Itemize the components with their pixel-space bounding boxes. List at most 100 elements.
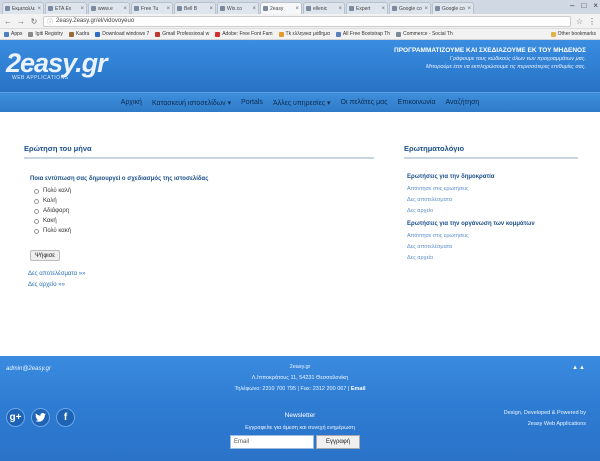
tab-title: Expert: [356, 5, 371, 12]
back-icon[interactable]: ←: [4, 17, 12, 26]
browser-tab[interactable]: Bell B ×: [174, 2, 216, 14]
scroll-top-icon[interactable]: ▲▲: [572, 365, 586, 371]
nav-item[interactable]: Κατασκευή ιστοσελίδων ▾: [152, 99, 231, 107]
browser-tab[interactable]: 2easy ×: [260, 2, 302, 14]
bookmark-label: Gmail Professional w: [162, 31, 210, 37]
browser-tab[interactable]: Google co ×: [432, 2, 474, 14]
tab-title: Wix.co: [227, 5, 242, 12]
bookmark-item[interactable]: Adobe: Free Font Fam: [215, 31, 273, 37]
tab-close-icon[interactable]: ×: [166, 6, 170, 12]
bookmark-icon: [215, 31, 221, 37]
poll-option[interactable]: Καλή: [34, 198, 57, 204]
bookmark-item[interactable]: Apps: [4, 31, 22, 37]
browser-tab[interactable]: Wix.co ×: [217, 2, 259, 14]
favicon-icon: [263, 6, 268, 11]
radio-button[interactable]: [34, 198, 39, 204]
close-icon[interactable]: ×: [593, 1, 598, 10]
site-logo[interactable]: 2easy.gr WEB APPLICATIONS: [6, 50, 108, 82]
bookmark-item[interactable]: Kadra: [68, 31, 90, 37]
nav-item[interactable]: Άλλες υπηρεσίες ▾: [273, 99, 331, 107]
favicon-icon: [392, 6, 397, 11]
survey-results-link[interactable]: Δες αποτελέσματα: [407, 197, 452, 203]
tab-title: Bell B: [184, 5, 198, 12]
browser-menu-icon[interactable]: ⋮: [588, 17, 596, 26]
poll-option[interactable]: Αδιάφορη: [34, 208, 69, 214]
nav-item[interactable]: Οι πελάτες μας: [341, 99, 388, 106]
poll-archive-link[interactable]: Δες αρχείο »»: [28, 282, 65, 288]
bookmark-item[interactable]: Tk ελληνικα μάθημα: [278, 31, 330, 37]
tab-close-icon[interactable]: ×: [424, 6, 428, 12]
reload-icon[interactable]: ↻: [30, 17, 38, 26]
browser-tab[interactable]: Εκμεταλλε ×: [2, 2, 44, 14]
tab-title: Google co: [399, 5, 422, 12]
tab-close-icon[interactable]: ×: [252, 6, 256, 12]
radio-button[interactable]: [34, 228, 39, 234]
tab-close-icon[interactable]: ×: [37, 6, 41, 12]
survey-answer-link[interactable]: Απάντησε στις ερωτήσεις: [407, 233, 469, 239]
bookmark-star-icon[interactable]: ☆: [576, 17, 583, 26]
bookmark-label: Adobe: Free Font Fam: [222, 31, 273, 37]
tab-close-icon[interactable]: ×: [338, 6, 342, 12]
bookmark-other[interactable]: Other bookmarks: [550, 31, 596, 37]
footer-email-link[interactable]: Email: [351, 386, 366, 392]
survey-group-democracy[interactable]: Ερωτήσεις για την δημοκρατία: [407, 174, 495, 180]
favicon-icon: [220, 6, 225, 11]
bookmark-label: Apps: [11, 31, 23, 37]
poll-results-link[interactable]: Δες αποτελέσματα »»: [28, 271, 85, 277]
poll-option[interactable]: Πολύ κακή: [34, 228, 71, 234]
radio-button[interactable]: [34, 218, 39, 224]
browser-tab[interactable]: Google co ×: [389, 2, 431, 14]
poll-option[interactable]: Κακή: [34, 218, 57, 224]
radio-button[interactable]: [34, 188, 39, 194]
url-input[interactable]: ⓘ 2easy.2easy.gr/el/vidovoyeuo: [43, 15, 571, 27]
bookmark-label: Kadra: [75, 31, 90, 37]
newsletter-subscribe-button[interactable]: Εγγραφή: [316, 435, 360, 449]
nav-item[interactable]: Επικοινωνία: [398, 99, 436, 106]
info-icon: ⓘ: [47, 19, 54, 26]
nav-item[interactable]: Αναζήτηση: [446, 99, 480, 106]
survey-archive-link[interactable]: Δες αρχείο: [407, 255, 433, 261]
browser-tab[interactable]: www.e ×: [88, 2, 130, 14]
maximize-icon[interactable]: □: [581, 1, 586, 10]
window-controls: – □ ×: [570, 1, 598, 10]
tab-title: Εκμεταλλε: [12, 5, 35, 12]
browser-tab[interactable]: Expert ×: [346, 2, 388, 14]
forward-icon[interactable]: →: [17, 17, 25, 26]
minimize-icon[interactable]: –: [570, 1, 574, 10]
browser-tab[interactable]: Free Tu ×: [131, 2, 173, 14]
bookmark-item[interactable]: Gmail Professional w: [155, 31, 209, 37]
bookmark-icon: [4, 31, 9, 37]
survey-results-link[interactable]: Δες αποτελέσματα: [407, 244, 452, 250]
survey-group-parties[interactable]: Ερωτήσεις για την οργάνωση των κομμάτων: [407, 221, 535, 227]
footer-contact: admin@2easy.gr 2easy.gr Λ.Ιπποκράτους 11…: [0, 356, 600, 404]
header-tagline: ΠΡΟΓΡΑΜΜΑΤΙΖΟΥΜΕ ΚΑΙ ΣΧΕΔΙΑΖΟΥΜΕ ΕΚ ΤΟΥ …: [394, 47, 586, 70]
poll-option[interactable]: Πολύ καλή: [34, 188, 71, 194]
tab-close-icon[interactable]: ×: [295, 6, 299, 12]
nav-item[interactable]: Portals: [241, 99, 263, 106]
survey-archive-link[interactable]: Δες αρχείο: [407, 208, 433, 214]
bookmark-item[interactable]: Commerce - Social Th: [396, 31, 453, 37]
bookmark-item[interactable]: Igiti Registry: [28, 31, 63, 37]
nav-item[interactable]: Αρχική: [121, 99, 142, 106]
poll-option-label: Καλή: [43, 198, 57, 204]
favicon-icon: [91, 6, 96, 11]
browser-tab[interactable]: ETA Ex ×: [45, 2, 87, 14]
bookmark-item[interactable]: All Free Bootstrap Th: [335, 31, 390, 37]
survey-answer-link[interactable]: Απάντησε στις ερωτήσεις: [407, 186, 469, 192]
footer-credit-company[interactable]: 2easy Web Applications: [528, 421, 586, 427]
poll-option-label: Κακή: [43, 218, 57, 224]
favicon-icon: [306, 6, 311, 11]
radio-button[interactable]: [34, 208, 39, 214]
browser-tab[interactable]: ellenic ×: [303, 2, 345, 14]
bookmark-item[interactable]: Download windows 7: [95, 31, 149, 37]
tab-close-icon[interactable]: ×: [467, 6, 471, 12]
tab-close-icon[interactable]: ×: [80, 6, 84, 12]
tab-close-icon[interactable]: ×: [123, 6, 127, 12]
bookmark-label: Tk ελληνικα μάθημα: [285, 31, 330, 37]
tab-close-icon[interactable]: ×: [209, 6, 213, 12]
address-bar: ← → ↻ ⓘ 2easy.2easy.gr/el/vidovoyeuo ☆ ⋮: [0, 14, 600, 29]
tagline-title: ΠΡΟΓΡΑΜΜΑΤΙΖΟΥΜΕ ΚΑΙ ΣΧΕΔΙΑΖΟΥΜΕ ΕΚ ΤΟΥ …: [394, 47, 586, 54]
vote-button[interactable]: Ψήφισε: [30, 250, 60, 261]
tab-close-icon[interactable]: ×: [381, 6, 385, 12]
newsletter-email-input[interactable]: Email: [230, 435, 314, 449]
